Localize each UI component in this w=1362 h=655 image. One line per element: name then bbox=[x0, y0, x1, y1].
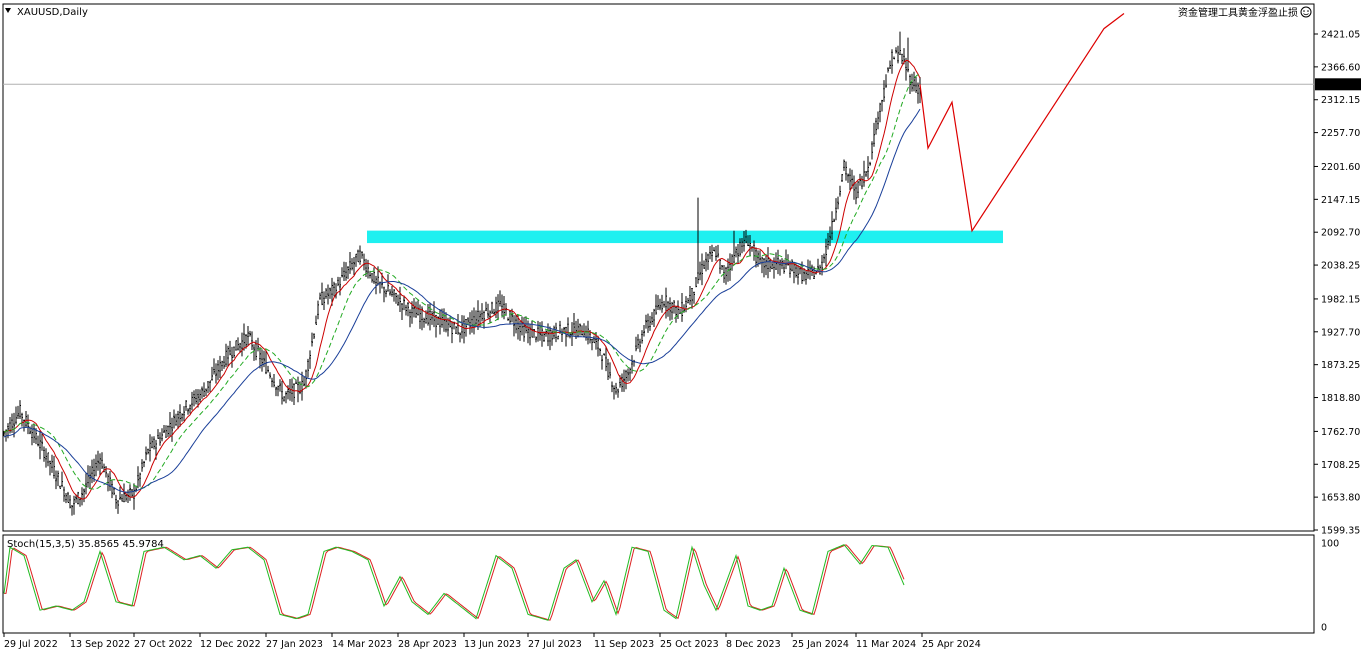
y-tick-label: 1762.70 bbox=[1321, 427, 1360, 438]
y-tick-label: 1927.70 bbox=[1321, 327, 1360, 338]
x-tick-label: 11 Sep 2023 bbox=[594, 639, 654, 650]
x-tick-label: 12 Dec 2022 bbox=[200, 639, 261, 650]
x-tick-label: 29 Jul 2022 bbox=[4, 639, 58, 650]
y-tick-label: 2421.05 bbox=[1321, 30, 1360, 41]
stochastic-panel[interactable]: 100 0 bbox=[3, 539, 1339, 634]
y-tick-label: 2312.15 bbox=[1321, 95, 1360, 106]
x-tick-label: 14 Mar 2023 bbox=[332, 639, 392, 650]
x-tick-label: 25 Jan 2024 bbox=[792, 639, 849, 650]
stochastic-level-label: 100 bbox=[1321, 539, 1339, 550]
y-tick-label: 2038.25 bbox=[1321, 261, 1360, 272]
current-price-label: 2337.72 bbox=[1320, 80, 1359, 91]
y-tick-label: 1982.15 bbox=[1321, 294, 1360, 305]
watermark-text: 资金管理工具黄金浮盈止损 bbox=[1178, 6, 1298, 19]
resistance-zone bbox=[367, 230, 1003, 244]
stochastic-level-label: 0 bbox=[1321, 623, 1327, 634]
symbol-label: XAUUSD,Daily bbox=[17, 7, 88, 18]
y-tick-label: 2201.60 bbox=[1321, 162, 1360, 173]
y-tick-label: 2147.15 bbox=[1321, 195, 1360, 206]
smiley-icon bbox=[1300, 6, 1312, 18]
x-tick-label: 27 Jan 2023 bbox=[266, 639, 323, 650]
stochastic-label: Stoch(15,3,5) 35.8565 45.9784 bbox=[7, 539, 164, 550]
ma-slow-line bbox=[3, 108, 921, 493]
collapse-triangle-icon[interactable] bbox=[5, 8, 11, 13]
price-frame bbox=[2, 3, 1315, 532]
ma-fast-line bbox=[3, 60, 921, 500]
y-tick-label: 1873.25 bbox=[1321, 360, 1360, 371]
x-tick-label: 28 Apr 2023 bbox=[398, 639, 457, 650]
ma-mid-line bbox=[3, 73, 921, 490]
y-tick-label: 2366.60 bbox=[1321, 62, 1360, 73]
x-tick-label: 25 Apr 2024 bbox=[922, 639, 981, 650]
x-tick-label: 27 Jul 2023 bbox=[528, 639, 582, 650]
chart-canvas[interactable]: 2421.05 2366.60 2312.15 2257.70 2201.60 2147.… bbox=[0, 0, 1362, 655]
y-tick-label: 1818.80 bbox=[1321, 393, 1360, 404]
x-tick-label: 25 Oct 2023 bbox=[660, 639, 719, 650]
x-tick-label: 13 Sep 2022 bbox=[70, 639, 130, 650]
stochastic-frame bbox=[2, 534, 1315, 634]
x-tick-label: 13 Jun 2023 bbox=[464, 639, 521, 650]
x-tick-label: 8 Dec 2023 bbox=[726, 639, 781, 650]
y-tick-label: 1653.80 bbox=[1321, 493, 1360, 504]
price-panel[interactable]: 2337.72 bbox=[3, 13, 1361, 516]
stochastic-main-line bbox=[3, 544, 905, 621]
x-tick-label: 27 Oct 2022 bbox=[134, 639, 193, 650]
stochastic-signal-line bbox=[4, 544, 905, 621]
projection-line bbox=[919, 13, 1125, 233]
y-tick-label: 1708.25 bbox=[1321, 460, 1360, 471]
y-tick-label: 2257.70 bbox=[1321, 128, 1360, 139]
y-tick-label: 1599.35 bbox=[1321, 526, 1360, 537]
x-tick-label: 11 Mar 2024 bbox=[856, 639, 916, 650]
y-tick-label: 2092.70 bbox=[1321, 228, 1360, 239]
